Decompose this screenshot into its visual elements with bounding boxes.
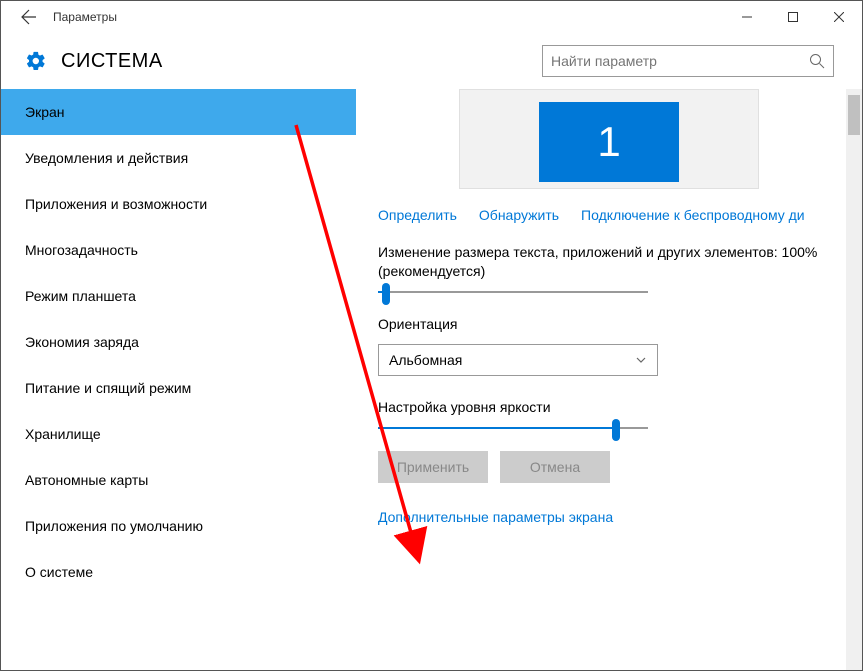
orientation-dropdown[interactable]: Альбомная (378, 344, 658, 376)
monitor-1[interactable]: 1 (539, 102, 679, 182)
sidebar: ЭкранУведомления и действияПриложения и … (1, 89, 356, 670)
sidebar-item-7[interactable]: Хранилище (1, 411, 356, 457)
detect-link[interactable]: Обнаружить (479, 207, 559, 223)
scrollbar[interactable] (846, 89, 862, 670)
orientation-value: Альбомная (389, 352, 462, 368)
slider-thumb[interactable] (382, 283, 390, 305)
identify-link[interactable]: Определить (378, 207, 457, 223)
sidebar-item-6[interactable]: Питание и спящий режим (1, 365, 356, 411)
titlebar: Параметры (1, 1, 862, 33)
orientation-label: Ориентация (378, 315, 840, 334)
wireless-display-link[interactable]: Подключение к беспроводному ди (581, 207, 805, 223)
apply-button[interactable]: Применить (378, 451, 488, 483)
search-input[interactable] (551, 53, 825, 69)
sidebar-item-5[interactable]: Экономия заряда (1, 319, 356, 365)
back-button[interactable] (13, 1, 45, 33)
search-box[interactable] (542, 45, 834, 77)
brightness-slider[interactable] (378, 427, 648, 429)
page-title: СИСТЕМА (61, 50, 163, 73)
brightness-label: Настройка уровня яркости (378, 398, 840, 417)
maximize-icon (788, 12, 798, 22)
close-button[interactable] (816, 1, 862, 33)
minimize-icon (742, 12, 752, 22)
cancel-button[interactable]: Отмена (500, 451, 610, 483)
monitor-number: 1 (597, 118, 620, 166)
sidebar-item-9[interactable]: Приложения по умолчанию (1, 503, 356, 549)
sidebar-item-3[interactable]: Многозадачность (1, 227, 356, 273)
display-preview[interactable]: 1 (459, 89, 759, 189)
sidebar-item-0[interactable]: Экран (1, 89, 356, 135)
scale-slider[interactable] (378, 291, 648, 293)
window-title: Параметры (53, 10, 117, 24)
sidebar-item-1[interactable]: Уведомления и действия (1, 135, 356, 181)
content-pane: 1 Определить Обнаружить Подключение к бе… (356, 89, 862, 670)
gear-icon (25, 50, 47, 72)
close-icon (834, 12, 844, 22)
maximize-button[interactable] (770, 1, 816, 33)
minimize-button[interactable] (724, 1, 770, 33)
scroll-thumb[interactable] (848, 95, 860, 135)
sidebar-item-2[interactable]: Приложения и возможности (1, 181, 356, 227)
sidebar-item-4[interactable]: Режим планшета (1, 273, 356, 319)
search-icon (809, 53, 825, 69)
header: СИСТЕМА (1, 33, 862, 89)
chevron-down-icon (635, 354, 647, 366)
sidebar-item-8[interactable]: Автономные карты (1, 457, 356, 503)
sidebar-item-10[interactable]: О системе (1, 549, 356, 595)
advanced-display-link[interactable]: Дополнительные параметры экрана (378, 509, 840, 525)
scale-label: Изменение размера текста, приложений и д… (378, 243, 840, 281)
slider-thumb[interactable] (612, 419, 620, 441)
back-arrow-icon (21, 9, 37, 25)
